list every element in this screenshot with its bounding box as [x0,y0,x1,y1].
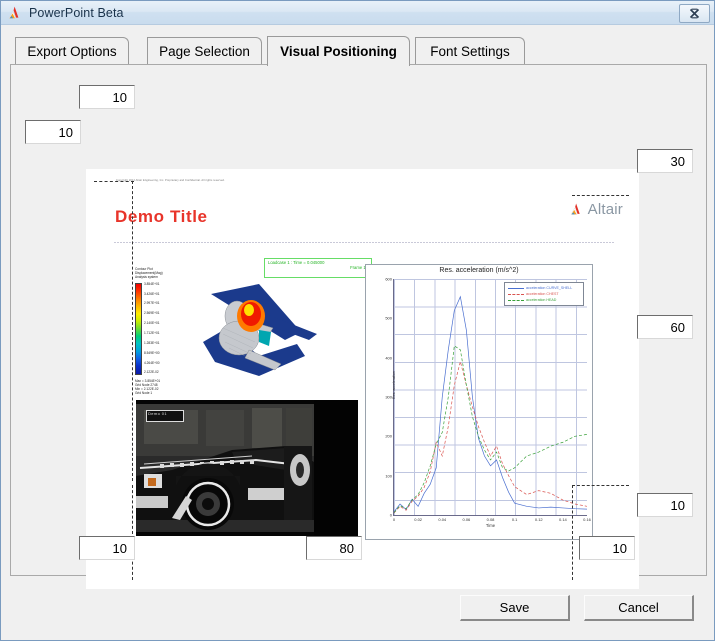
chart-series-svg [394,279,587,515]
contour-tick: 3.426E+01 [144,291,160,296]
tab-visual-positioning[interactable]: Visual Positioning [267,36,410,66]
save-button[interactable]: Save [460,595,570,621]
margin-top-value: 10 [112,89,127,105]
title-bar: PowerPoint Beta [1,1,714,25]
legend-label: acceleration HEAD [526,298,557,302]
chart-plot-area: Res. acceleration 600 500 400 300 200 10… [385,277,591,529]
slide-content-area: Contour Plot Displacement(Mag) Analysis … [134,258,609,552]
loadcase-line-2: Frame 19 [350,265,368,271]
contour-tick: 3.854E+01 [144,281,160,286]
legend-swatch-0 [508,287,524,289]
contour-tick: 1.283E+01 [144,340,160,345]
dimension-arrow-left-top [79,175,88,225]
photo-label-text: Demo 01 [148,411,168,416]
fea-model-graphic [189,272,354,392]
tab-label: Page Selection [159,44,250,59]
contour-tick: 8.549E+00 [144,350,160,355]
legend-swatch-2 [508,299,524,301]
loadcase-annotation: Loadcase 1 : Time = 0.045000 Frame 19 [264,258,372,278]
contour-legend-heading-2: Analysis system [135,274,158,279]
tab-font-settings[interactable]: Font Settings [415,37,525,65]
slide-altair-logo: Altair [569,201,623,218]
visual-positioning-panel: Copyright 2012 Altair Engineering, Inc. … [10,64,707,589]
contour-tick: 2.122E-02 [144,370,159,375]
contour-legend-footer: Max = 3.854E+01 Grid Node 2748 Min = 2.1… [135,379,187,396]
body-height-input[interactable]: 60 [637,315,693,339]
guide-line-left [132,181,133,481]
guide-line-header [572,195,629,196]
close-icon[interactable] [679,4,710,23]
cancel-button-label: Cancel [618,600,659,615]
header-height-input[interactable]: 30 [637,149,693,173]
chart-y-tick: 400 [385,355,392,361]
contour-footer-line: Grid Node 1 [135,391,153,396]
contour-tick: 2.997E+01 [144,301,160,306]
contour-tick: 1.712E+01 [144,331,160,336]
chart-y-tick: 500 [385,315,392,321]
slide-copyright-text: Copyright 2012 Altair Engineering, Inc. … [116,179,225,183]
guide-line-body [572,485,629,486]
chart-y-tick: 100 [385,473,392,479]
dimension-arrow-top-left [81,173,131,182]
legend-swatch-1 [508,293,524,295]
contour-legend-ticks: 3.854E+01 3.426E+01 2.997E+01 2.569E+01 … [144,281,160,375]
margin-left-value: 10 [58,124,73,140]
bottom-left-input[interactable]: 10 [79,536,135,560]
acceleration-chart: Res. acceleration (m/s^2) Res. accelerat… [365,264,593,540]
dimension-arrow-header-height [567,169,576,257]
dimension-arrow-bottom-left [79,515,135,524]
contour-legend: Contour Plot Displacement(Mag) Analysis … [135,267,187,396]
cancel-button[interactable]: Cancel [584,595,694,621]
tab-label: Visual Positioning [280,44,397,59]
footer-height-value: 10 [670,497,685,513]
margin-top-input[interactable]: 10 [79,85,135,109]
dimension-arrow-footer-height [567,489,576,537]
footer-height-input[interactable]: 10 [637,493,693,517]
powerpoint-beta-dialog: PowerPoint Beta Export Options Page Sele… [0,0,715,641]
contour-tick: 2.569E+01 [144,311,160,316]
bottom-left-value: 10 [112,540,127,556]
dimension-arrow-bottom-right [571,515,627,524]
body-height-value: 60 [670,319,685,335]
altair-wordmark: Altair [587,201,623,218]
tab-export-options[interactable]: Export Options [15,37,129,65]
tab-page-selection[interactable]: Page Selection [147,37,262,65]
bottom-center-input[interactable]: 80 [306,536,362,560]
tab-strip: Export Options Page Selection Visual Pos… [15,35,703,66]
altair-logo-icon [7,5,23,21]
window-title: PowerPoint Beta [29,5,124,20]
margin-left-input[interactable]: 10 [25,120,81,144]
slide-preview[interactable]: Copyright 2012 Altair Engineering, Inc. … [86,169,639,589]
bottom-right-input[interactable]: 10 [579,536,635,560]
contour-tick: 2.140E+01 [144,321,160,326]
contour-tick: 4.264E+00 [144,360,160,365]
dimension-arrow-body-height [567,261,576,489]
chart-title: Res. acceleration (m/s^2) [439,267,519,274]
tab-label: Font Settings [430,44,510,59]
chart-y-tick: 300 [385,394,392,400]
bottom-center-value: 80 [339,540,354,556]
slide-title-text: Demo Title [115,207,208,226]
bottom-right-value: 10 [612,540,627,556]
contour-color-bar [135,282,142,375]
save-button-label: Save [499,600,530,615]
chart-y-tick: 600 [385,276,392,282]
dimension-arrow-bottom-center [137,515,571,524]
chart-y-tick: 200 [385,433,392,439]
slide-title-rule [114,242,614,243]
header-height-value: 30 [670,153,685,169]
tab-label: Export Options [27,44,117,59]
guide-line-left-2 [132,485,133,580]
